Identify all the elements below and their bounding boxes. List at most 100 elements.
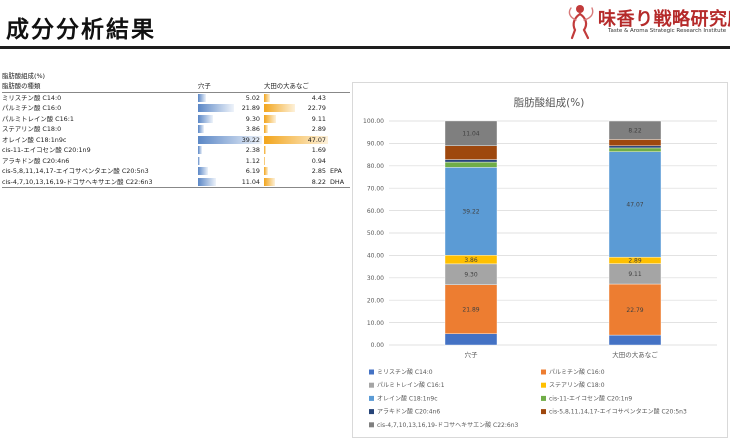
column-header-name: 脂肪酸の種類 bbox=[2, 82, 41, 90]
data-label: 39.22 bbox=[462, 209, 479, 216]
data-bar-a bbox=[198, 104, 234, 113]
data-label: 22.79 bbox=[626, 307, 643, 314]
legend-label: ステアリン酸 C18:0 bbox=[549, 381, 605, 389]
value-a: 6.19 bbox=[245, 167, 260, 175]
value-b: 2.89 bbox=[311, 125, 326, 133]
bar-segment bbox=[444, 333, 498, 346]
data-bar-a bbox=[198, 93, 207, 102]
row-note: DHA bbox=[330, 177, 345, 186]
legend-label: オレイン酸 C18:1n9c bbox=[377, 394, 438, 402]
table-row: ステアリン酸 C18:0 3.86 2.89 bbox=[2, 124, 350, 135]
legend-label: cis-11-エイコセン酸 C20:1n9 bbox=[549, 394, 632, 402]
value-b: 4.43 bbox=[311, 93, 326, 102]
value-b: 1.69 bbox=[311, 146, 326, 154]
value-cell-a: 6.19 bbox=[198, 166, 262, 177]
value-a: 11.04 bbox=[241, 177, 260, 186]
data-bar-a bbox=[198, 114, 214, 123]
legend-swatch bbox=[541, 369, 546, 375]
value-b: 22.79 bbox=[307, 104, 326, 112]
y-tick-label: 40.00 bbox=[367, 253, 384, 260]
bar-segment bbox=[608, 139, 662, 147]
y-tick-label: 80.00 bbox=[367, 163, 384, 170]
y-tick-label: 20.00 bbox=[367, 297, 384, 304]
x-category-label: 大田の大あなご bbox=[612, 350, 658, 359]
logo-subtitle: Taste & Aroma Strategic Research Institu… bbox=[608, 28, 727, 34]
value-cell-a: 2.38 bbox=[198, 145, 262, 156]
value-b: 8.22 bbox=[311, 177, 326, 186]
value-cell-a: 5.02 bbox=[198, 93, 262, 104]
stacked-bar-chart: 脂肪酸組成(%) 0.00 10.00 20.00 30.00 40.00 50.00 60.… bbox=[352, 82, 728, 438]
legend-swatch bbox=[369, 369, 374, 375]
value-cell-b: 4.43 bbox=[264, 93, 328, 104]
data-bar-b bbox=[264, 125, 268, 134]
bar-segment bbox=[444, 145, 498, 160]
bar-segment bbox=[608, 334, 662, 346]
fatty-acid-name: パルミチン酸 C16:0 bbox=[2, 104, 62, 112]
title-divider bbox=[0, 46, 730, 49]
legend-label: ミリスチン酸 C14:0 bbox=[377, 368, 433, 376]
legend-swatch bbox=[369, 422, 374, 428]
value-a: 2.38 bbox=[245, 146, 260, 154]
table-row: アラキドン酸 C20:4n6 1.12 0.94 bbox=[2, 156, 350, 167]
legend-label: アラキドン酸 C20:4n6 bbox=[377, 408, 440, 416]
value-cell-a: 11.04 bbox=[198, 177, 262, 188]
row-note: EPA bbox=[330, 167, 342, 175]
value-a: 3.86 bbox=[245, 125, 260, 133]
value-b: 2.85 bbox=[311, 167, 326, 175]
y-tick-label: 90.00 bbox=[367, 141, 384, 148]
table-header-row: 脂肪酸の種類 穴子 大田の大あなご bbox=[2, 81, 350, 93]
column-header-b: 大田の大あなご bbox=[264, 82, 309, 90]
table-row: ミリスチン酸 C14:0 5.02 4.43 bbox=[2, 93, 350, 104]
data-bar-b bbox=[264, 104, 295, 113]
logo-figure-icon bbox=[568, 5, 594, 40]
value-a: 1.12 bbox=[245, 156, 260, 165]
legend-label: cis-4,7,10,13,16,19-ドコサヘキサエン酸 C22:6n3 bbox=[377, 421, 519, 429]
value-cell-a: 39.22 bbox=[198, 135, 262, 146]
page-title: 成分分析結果 bbox=[6, 17, 156, 43]
y-tick-label: 0.00 bbox=[371, 342, 385, 349]
legend-swatch bbox=[369, 409, 374, 415]
data-bar-b bbox=[264, 146, 267, 155]
value-cell-b: 2.85 bbox=[264, 166, 328, 177]
y-tick-label: 70.00 bbox=[367, 185, 384, 192]
table-row: パルミチン酸 C16:0 21.89 22.79 bbox=[2, 103, 350, 114]
value-cell-a: 1.12 bbox=[198, 156, 262, 167]
legend-swatch bbox=[541, 409, 546, 415]
bar-segment bbox=[444, 159, 498, 163]
bar-segment bbox=[608, 145, 662, 149]
data-label: 9.11 bbox=[628, 271, 642, 278]
value-cell-b: 0.94 bbox=[264, 156, 328, 167]
legend-swatch bbox=[369, 395, 374, 401]
value-b: 9.11 bbox=[311, 114, 326, 123]
data-bar-a bbox=[198, 125, 205, 134]
fatty-acid-name: パルミトレイン酸 C16:1 bbox=[2, 114, 74, 123]
data-bar-b bbox=[264, 167, 268, 176]
data-bar-a bbox=[198, 156, 200, 165]
value-cell-b: 47.07 bbox=[264, 135, 328, 146]
data-label: 8.22 bbox=[628, 127, 642, 134]
value-cell-b: 8.22 bbox=[264, 177, 328, 188]
value-b: 0.94 bbox=[311, 156, 326, 165]
value-cell-a: 21.89 bbox=[198, 103, 262, 114]
value-a: 39.22 bbox=[241, 135, 260, 144]
table-caption: 脂肪酸組成(%) bbox=[2, 72, 46, 80]
fatty-acid-name: アラキドン酸 C20:4n6 bbox=[2, 156, 70, 165]
chart-title: 脂肪酸組成(%) bbox=[514, 96, 585, 109]
fatty-acid-name: ステアリン酸 C18:0 bbox=[2, 125, 62, 133]
table-row: オレイン酸 C18:1n9c 39.22 47.07 bbox=[2, 135, 350, 146]
data-bar-a bbox=[198, 146, 202, 155]
y-tick-label: 60.00 bbox=[367, 208, 384, 215]
column-header-a: 穴子 bbox=[198, 82, 211, 90]
value-cell-a: 3.86 bbox=[198, 124, 262, 135]
bar-segment bbox=[608, 147, 662, 152]
data-label: 11.04 bbox=[462, 131, 479, 138]
fatty-acid-name: cis-4,7,10,13,16,19-ドコサヘキサエン酸 C22:6n3 bbox=[2, 177, 153, 186]
table-row: cis-11-エイコセン酸 C20:1n9 2.38 1.69 bbox=[2, 145, 350, 156]
legend-swatch bbox=[541, 395, 546, 401]
legend-label: パルミチン酸 C16:0 bbox=[549, 368, 605, 376]
y-tick-label: 100.00 bbox=[363, 118, 384, 125]
data-bar-b bbox=[264, 93, 271, 102]
table-row: cis-4,7,10,13,16,19-ドコサヘキサエン酸 C22:6n3 11.… bbox=[2, 177, 350, 188]
value-cell-a: 9.30 bbox=[198, 114, 262, 125]
fatty-acid-name: cis-5,8,11,14,17-エイコサペンタエン酸 C20:5n3 bbox=[2, 167, 149, 175]
